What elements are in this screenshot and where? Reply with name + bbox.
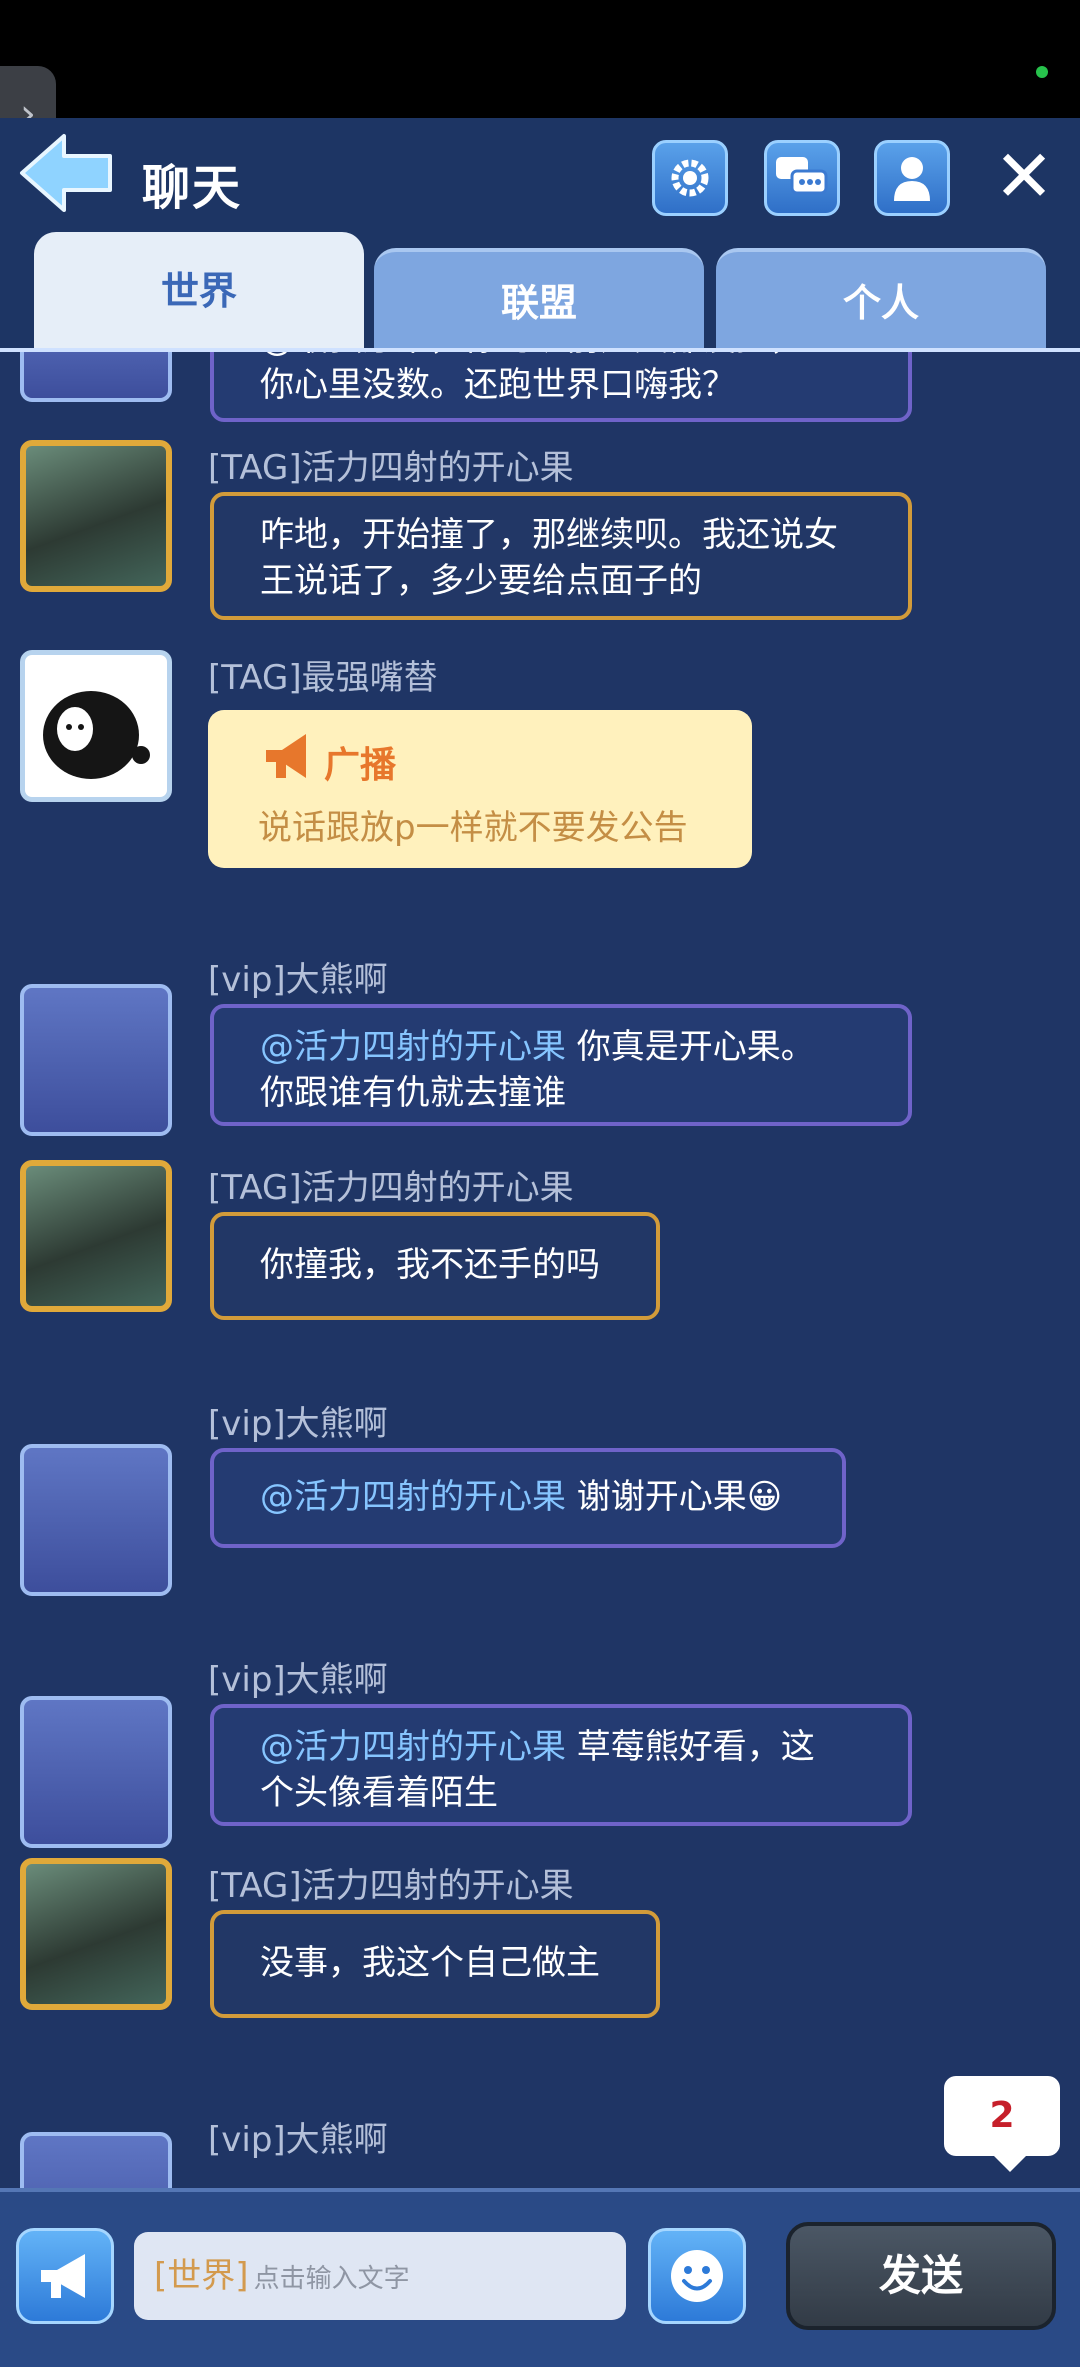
sender-name: [vip]大熊啊 xyxy=(208,1660,388,1700)
message-line: 你心里没数。还跑世界口嗨我？ xyxy=(260,365,736,405)
back-arrow-icon[interactable] xyxy=(16,128,116,218)
profile-button[interactable] xyxy=(874,140,950,216)
close-icon[interactable]: ✕ xyxy=(990,140,1058,216)
message-text: 你真是开心果。 xyxy=(566,1027,815,1067)
message-bubble: @最强厅某，你的矿前几天都没撞， 你心里没数。还跑世界口嗨我？ xyxy=(210,352,912,422)
chat-bubbles-icon xyxy=(776,157,828,195)
message-line: @最强厅某，你的矿前几天都没撞， xyxy=(260,352,884,362)
avatar[interactable] xyxy=(20,1858,172,2010)
message-line: 个头像看着陌生 xyxy=(260,1773,498,1813)
megaphone-icon xyxy=(266,734,306,778)
broadcast-label: 广播 xyxy=(324,745,397,786)
sender-name: [vip]大熊啊 xyxy=(208,960,388,1000)
broadcast-button[interactable] xyxy=(16,2228,114,2324)
sender-name: [TAG]最强嘴替 xyxy=(208,658,438,698)
message-bubble: 咋地，开始撞了，那继续呗。我还说女 王说话了，多少要给点面子的 xyxy=(210,492,912,620)
status-bar xyxy=(0,0,1080,118)
message-bubble: @活力四射的开心果 谢谢开心果😀 xyxy=(210,1448,846,1548)
avatar[interactable] xyxy=(20,352,172,402)
settings-button[interactable] xyxy=(652,140,728,216)
input-placeholder: 点击输入文字 xyxy=(253,2264,410,2294)
sender-name: [TAG]活力四射的开心果 xyxy=(208,448,574,488)
tab-personal[interactable]: 个人 xyxy=(716,248,1046,350)
avatar[interactable] xyxy=(20,1696,172,1848)
mention-link[interactable]: @活力四射的开心果 xyxy=(260,1027,566,1067)
status-indicator-dot xyxy=(1036,66,1048,78)
emoji-button[interactable] xyxy=(648,2228,746,2324)
page-title: 聊天 xyxy=(142,160,243,216)
avatar-image xyxy=(43,691,150,779)
person-icon xyxy=(894,157,930,201)
avatar[interactable] xyxy=(20,440,172,592)
avatar[interactable] xyxy=(20,984,172,1136)
message-input[interactable]: [世界] 点击输入文字 xyxy=(134,2232,626,2320)
chat-message-list[interactable]: @最强厅某，你的矿前几天都没撞， 你心里没数。还跑世界口嗨我？ [TAG]活力四射… xyxy=(0,352,1080,2188)
message-bubble: @活力四射的开心果 草莓熊好看，这个头像看着陌生 xyxy=(210,1704,912,1826)
message-text: 谢谢开心果😀 xyxy=(566,1477,783,1517)
send-button[interactable]: 发送 xyxy=(786,2222,1056,2330)
broadcast-text: 说话跟放p一样就不要发公告 xyxy=(258,808,688,848)
channel-prefix: [世界] xyxy=(154,2256,249,2296)
mention-link[interactable]: @活力四射的开心果 xyxy=(260,1727,566,1767)
message-text: 草莓熊好看，这 xyxy=(566,1727,815,1767)
message-line: 咋地，开始撞了，那继续呗。我还说女 xyxy=(260,515,838,555)
message-bubble: @活力四射的开心果 你真是开心果。 你跟谁有仇就去撞谁 xyxy=(210,1004,912,1126)
broadcast-card: 广播 说话跟放p一样就不要发公告 xyxy=(208,710,752,868)
sender-name: [vip]大熊啊 xyxy=(208,2120,388,2160)
megaphone-icon xyxy=(41,2254,85,2298)
message-bubble: 你撞我，我不还手的吗 xyxy=(210,1212,660,1320)
message-bubble: 没事，我这个自己做主 xyxy=(210,1910,660,2018)
avatar[interactable] xyxy=(20,1444,172,1596)
message-line: 你跟谁有仇就去撞谁 xyxy=(260,1073,566,1113)
sender-name: [vip]大熊啊 xyxy=(208,1404,388,1444)
tab-alliance[interactable]: 联盟 xyxy=(374,248,704,350)
sender-name: [TAG]活力四射的开心果 xyxy=(208,1168,574,1208)
avatar[interactable] xyxy=(20,650,172,802)
sender-name: [TAG]活力四射的开心果 xyxy=(208,1866,574,1906)
avatar[interactable] xyxy=(20,1160,172,1312)
unread-count-badge[interactable]: 2 xyxy=(944,2076,1060,2172)
tab-world[interactable]: 世界 xyxy=(34,232,364,350)
mention-link[interactable]: @活力四射的开心果 xyxy=(260,1477,566,1517)
message-line: 王说话了，多少要给点面子的 xyxy=(260,561,702,601)
private-chat-button[interactable] xyxy=(764,140,840,216)
gear-icon xyxy=(671,159,709,197)
smiley-icon xyxy=(671,2250,723,2302)
avatar[interactable] xyxy=(20,2132,172,2188)
